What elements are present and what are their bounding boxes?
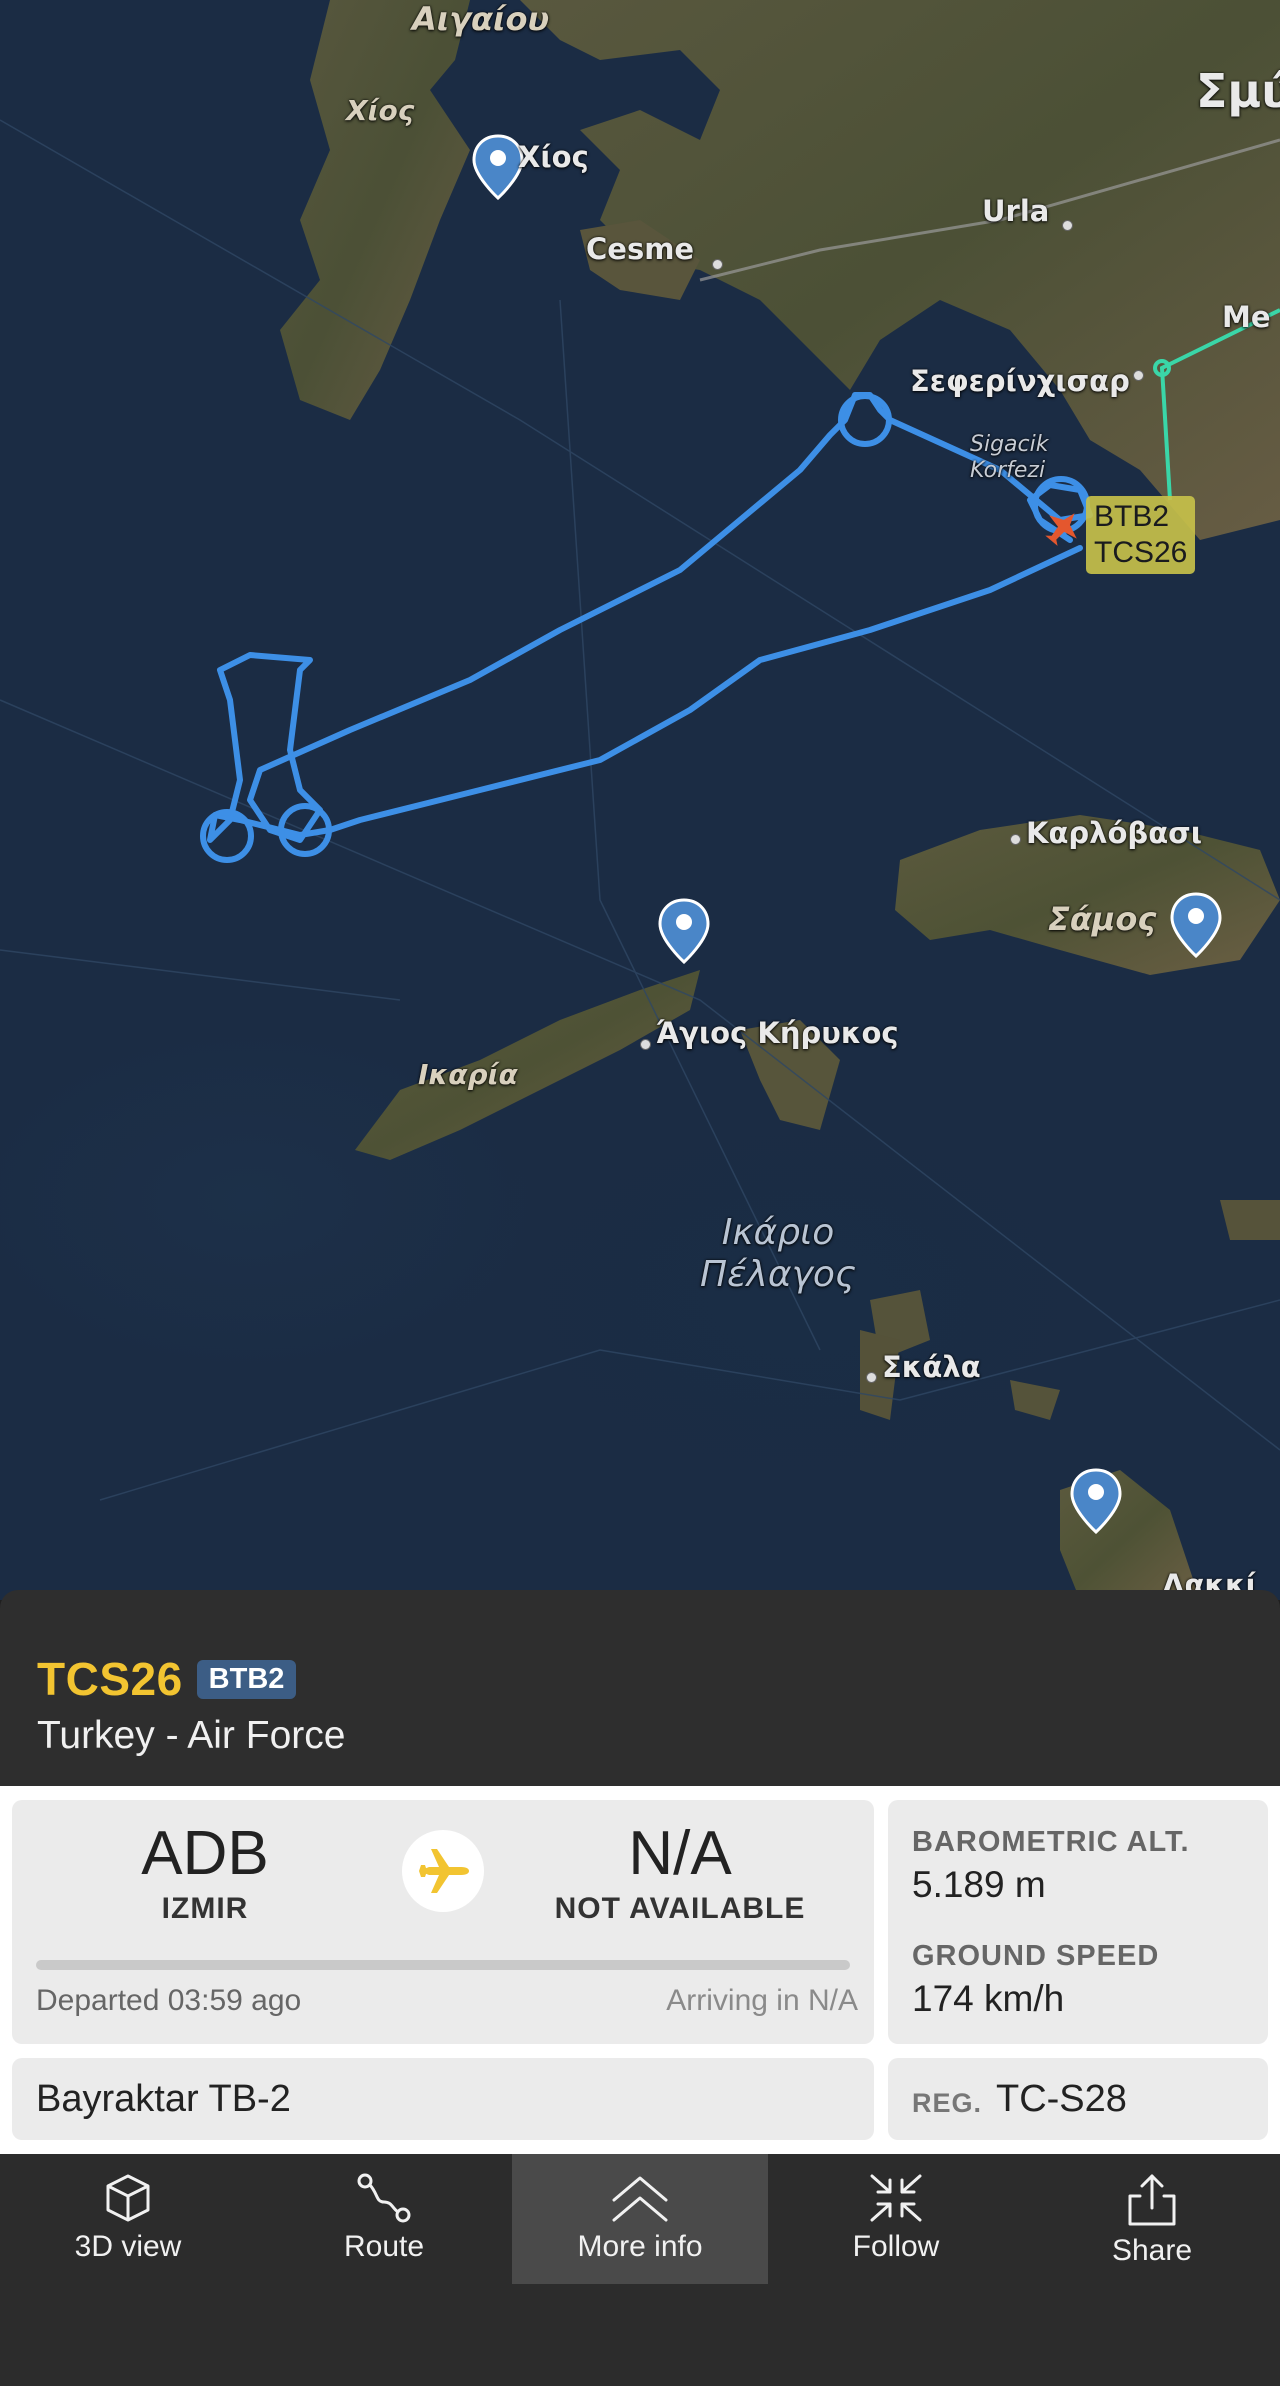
cesme-dot [712,259,723,270]
toolbar-follow-label: Follow [852,2230,940,2263]
toolbar-follow-button[interactable]: Follow [768,2154,1024,2284]
flight-tag[interactable]: BTB2 TCS26 [1086,496,1196,574]
operator-name: Turkey - Air Force [37,1714,346,1757]
origin-code: ADB [141,1819,269,1888]
label-smyrni: Σμύ [1196,64,1280,118]
toolbar-share-button[interactable]: Share [1024,2154,1280,2284]
registration-value: TC-S28 [996,2078,1127,2120]
label-seferihisar: Σεφερίνχισαρ [910,364,1130,398]
map-pin-samos[interactable] [1170,892,1222,958]
chios-island [280,0,470,420]
seferihisar-dot [1133,370,1144,381]
karlovasi-dot [1010,834,1021,845]
origin-airport[interactable]: ADB IZMIR [120,1820,290,1926]
label-skala: Σκάλα [882,1350,981,1384]
toolbar-3d-view-label: 3D view [74,2230,182,2263]
destination-airport[interactable]: N/A NOT AVAILABLE [540,1820,820,1926]
toolbar-3d-view-button[interactable]: 3D view [0,2154,256,2284]
flight-track [200,392,1093,863]
toolbar-route-button[interactable]: Route [256,2154,512,2284]
aircraft-type-badge: BTB2 [196,1659,297,1699]
toolbar-more-info-button[interactable]: More info [512,2154,768,2284]
chevron-up-double-icon [612,2176,668,2222]
label-cesme: Cesme [586,232,695,266]
departed-time: Departed 03:59 ago [36,1984,302,2017]
label-chios-island: Χίος [346,94,415,127]
ground-speed-label: GROUND SPEED [912,1940,1160,1972]
follow-arrows-icon [870,2174,922,2222]
arriving-time: Arriving in N/A [666,1984,858,2017]
agios-kirykos-dot [640,1039,651,1050]
cube-icon [106,2174,150,2222]
toolbar-route-label: Route [343,2230,425,2263]
label-ikaria: Ικαρία [418,1058,518,1091]
flight-tag-callsign: TCS26 [1094,536,1188,569]
label-samos: Σάμος [1048,900,1157,938]
flight-progress-bar [36,1960,850,1970]
origin-city: IZMIR [161,1892,249,1925]
toolbar-share-label: Share [1111,2234,1193,2267]
label-me: Me [1222,300,1271,334]
route-icon [357,2173,411,2223]
destination-city: NOT AVAILABLE [554,1892,806,1925]
plane-icon [402,1830,484,1912]
label-agios-kirykos: Άγιος Κήρυκος [656,1016,899,1050]
urla-dot [1062,220,1073,231]
map-pin-leros[interactable] [1070,1468,1122,1534]
destination-code: N/A [628,1819,732,1888]
map-pin-chios[interactable] [472,134,524,200]
label-urla: Urla [982,194,1050,228]
toolbar-more-info-label: More info [577,2230,703,2263]
flight-tag-type: BTB2 [1094,500,1170,533]
callsign-row: TCS26 BTB2 [37,1652,297,1706]
share-icon [1128,2174,1176,2226]
map-view[interactable]: Αιγαίου Χίος Χίος Σμύ Urla Cesme Me Σεφε… [0,0,1280,1600]
registration-label: REG. [912,2088,983,2118]
baro-alt-value: 5.189 m [912,1864,1046,1905]
label-aigaiou: Αιγαίου [412,0,550,38]
callsign: TCS26 [37,1653,183,1705]
label-karlovasi: Καρλόβασι [1026,816,1202,850]
skala-dot [866,1372,877,1383]
baro-alt-label: BAROMETRIC ALT. [912,1826,1190,1858]
ground-speed-value: 174 km/h [912,1978,1065,2019]
label-ikario-pelagos: Ικάριο Πέλαγος [700,1212,857,1295]
aircraft-model: Bayraktar TB-2 [36,2078,291,2120]
label-chios-town: Χίος [518,140,589,174]
label-sigacik: Sigacik Korfezi [970,432,1049,483]
map-pin-ikaria[interactable] [658,898,710,964]
